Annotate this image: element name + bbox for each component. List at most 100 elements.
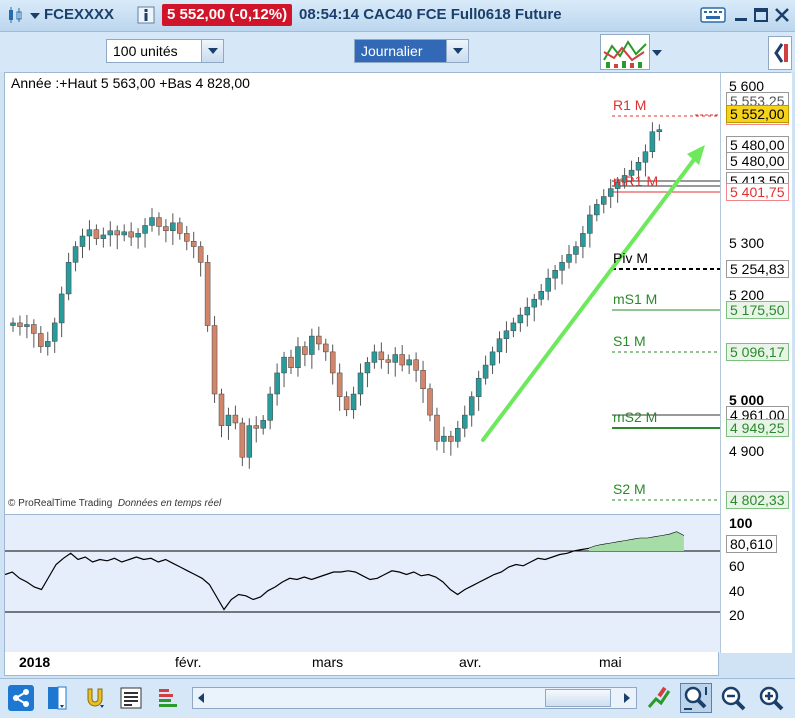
layout-icon[interactable] bbox=[44, 685, 70, 711]
candle bbox=[448, 435, 454, 442]
candle bbox=[31, 324, 37, 334]
candle bbox=[163, 226, 169, 231]
candle bbox=[65, 262, 72, 295]
candle bbox=[114, 230, 120, 236]
candle bbox=[649, 131, 656, 152]
oscillator-tick-label: 60 bbox=[729, 558, 745, 574]
price-change-badge: 5 552,00 (-0,12%) bbox=[162, 4, 293, 26]
share-icon[interactable] bbox=[8, 685, 34, 711]
candle bbox=[441, 435, 447, 442]
candle bbox=[225, 414, 232, 426]
pivot-value-box: 5 096,17 bbox=[726, 343, 789, 361]
candle bbox=[455, 428, 461, 442]
axis-box-price: 5 480,00 bbox=[726, 152, 789, 170]
pivot-label: mS2 M bbox=[613, 409, 658, 425]
candle bbox=[489, 351, 496, 366]
bottom-toolbar bbox=[0, 678, 795, 718]
candle bbox=[128, 231, 134, 238]
keyboard-icon[interactable] bbox=[700, 6, 726, 24]
chevron-down-icon[interactable] bbox=[29, 11, 41, 21]
pivot-label: Piv M bbox=[613, 250, 648, 266]
date-label-apr: avr. bbox=[459, 654, 482, 670]
units-select-value: 100 unités bbox=[113, 43, 178, 59]
close-icon[interactable] bbox=[773, 6, 791, 24]
oscillator-tick-label: 100 bbox=[729, 515, 753, 531]
candle bbox=[58, 293, 65, 324]
pivot-value-box: 5 401,75 bbox=[726, 183, 789, 201]
price-panel[interactable]: Année :+Haut 5 563,00 +Bas 4 828,00 © Pr… bbox=[5, 73, 720, 511]
oscillator-chart[interactable] bbox=[5, 515, 720, 653]
units-select[interactable]: 100 unités bbox=[106, 39, 224, 63]
candle bbox=[260, 420, 266, 429]
candle bbox=[274, 372, 280, 395]
candle bbox=[434, 414, 440, 442]
title-bar: FCEXXXX 5 552,00 (-0,12%) 08:54:14 CAC40… bbox=[0, 0, 795, 32]
candle bbox=[545, 277, 551, 292]
collapse-panel-icon[interactable] bbox=[768, 36, 792, 70]
candle bbox=[24, 324, 30, 327]
candle bbox=[211, 325, 218, 395]
date-axis[interactable]: 2018 févr. mars avr. mai bbox=[4, 652, 719, 676]
candle bbox=[475, 377, 482, 397]
date-label-feb: févr. bbox=[175, 654, 202, 670]
candle bbox=[170, 222, 176, 231]
scrollbar-thumb[interactable] bbox=[545, 689, 611, 707]
oscillator-overbought-fill bbox=[589, 532, 684, 551]
pivot-label: S2 M bbox=[613, 481, 646, 497]
depth-chart-icon[interactable] bbox=[156, 685, 182, 711]
date-label-may: mai bbox=[599, 654, 622, 670]
candle bbox=[566, 254, 572, 263]
candle bbox=[406, 359, 412, 366]
magnet-icon[interactable] bbox=[82, 685, 108, 711]
pivot-label: mR1 M bbox=[613, 173, 659, 189]
zoom-out-icon[interactable] bbox=[720, 685, 746, 711]
chevron-down-icon[interactable] bbox=[201, 40, 223, 62]
scroll-right-icon[interactable] bbox=[622, 693, 632, 703]
candle bbox=[218, 393, 225, 426]
oscillator-panel[interactable] bbox=[5, 514, 720, 654]
credit-text: © ProRealTime Trading Données en temps r… bbox=[8, 498, 221, 509]
pivot-value-box: 5 254,83 bbox=[726, 260, 789, 278]
zoom-in-icon[interactable] bbox=[758, 685, 784, 711]
horizontal-scrollbar[interactable] bbox=[192, 687, 637, 709]
chevron-down-icon[interactable] bbox=[651, 48, 663, 58]
candle bbox=[107, 230, 114, 236]
candle bbox=[302, 346, 308, 355]
candle bbox=[142, 225, 148, 234]
price-axis[interactable]: 5 600 5 300 5 200 5 000 4 900 100 60 40 20 5 553… bbox=[720, 73, 792, 653]
draw-tool-icon[interactable] bbox=[646, 685, 672, 711]
pivot-value-box: 4 949,25 bbox=[726, 419, 789, 437]
symbol-name[interactable]: FCEXXXX bbox=[44, 6, 114, 23]
candle bbox=[656, 129, 663, 132]
oscillator-tick-label: 20 bbox=[729, 607, 745, 623]
candle bbox=[10, 322, 16, 326]
candle bbox=[503, 330, 510, 339]
maximize-icon[interactable] bbox=[752, 6, 770, 24]
candle bbox=[364, 362, 371, 374]
candle bbox=[45, 341, 51, 347]
minimize-icon[interactable] bbox=[732, 6, 750, 24]
pivot-label: mS1 M bbox=[613, 291, 658, 307]
zoom-fit-icon[interactable] bbox=[680, 683, 712, 713]
oscillator-line bbox=[5, 531, 685, 611]
candle bbox=[399, 354, 405, 366]
scroll-left-icon[interactable] bbox=[196, 693, 206, 703]
candle bbox=[239, 422, 246, 458]
order-book-icon[interactable] bbox=[118, 685, 144, 711]
candle bbox=[587, 214, 593, 234]
date-label-2018: 2018 bbox=[19, 654, 51, 670]
candle bbox=[135, 233, 141, 238]
candle bbox=[190, 241, 197, 247]
period-select-value: Journalier bbox=[361, 43, 423, 59]
info-icon[interactable] bbox=[137, 6, 155, 24]
candle bbox=[100, 234, 107, 239]
pivot-label: S1 M bbox=[613, 333, 646, 349]
candle bbox=[635, 162, 642, 171]
chevron-down-icon[interactable] bbox=[446, 40, 468, 62]
candle bbox=[357, 372, 364, 395]
period-select[interactable]: Journalier bbox=[354, 39, 469, 63]
indicators-icon[interactable] bbox=[600, 34, 650, 70]
candle bbox=[538, 291, 544, 300]
chart-area[interactable]: Année :+Haut 5 563,00 +Bas 4 828,00 © Pr… bbox=[4, 72, 792, 654]
candle bbox=[177, 222, 183, 234]
